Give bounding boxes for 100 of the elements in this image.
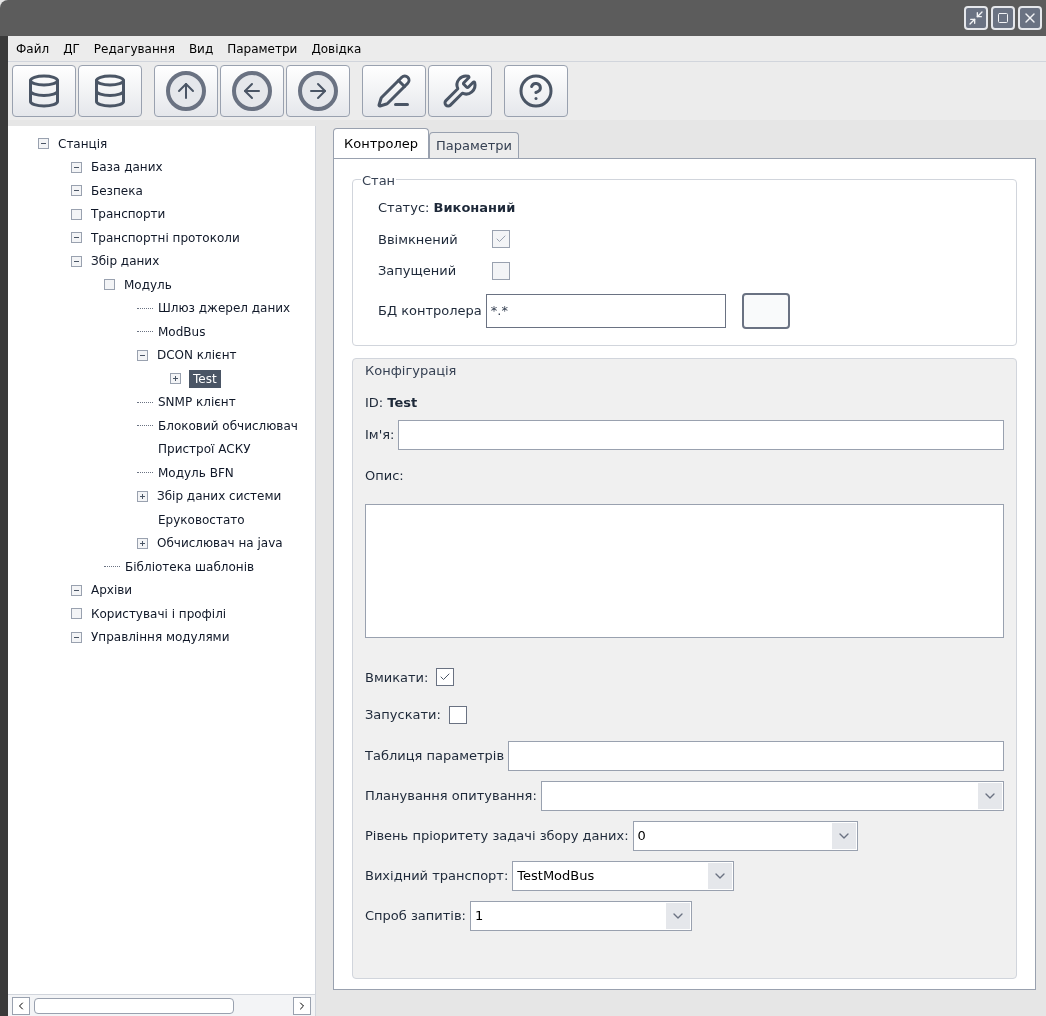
menu-item[interactable]: Довідка <box>311 39 362 58</box>
scroll-left-icon[interactable] <box>12 996 30 1015</box>
tab[interactable]: Параметри <box>429 132 520 158</box>
field-label: Планування опитування: <box>365 786 537 805</box>
scroll-right-icon[interactable] <box>293 996 311 1015</box>
minus-box-icon[interactable] <box>38 138 49 150</box>
maximize-icon <box>997 12 1009 24</box>
minus-box-icon[interactable] <box>71 631 82 643</box>
tree-item[interactable]: База даних <box>90 158 164 177</box>
tree-item[interactable]: Обчислювач на java <box>156 534 284 553</box>
toolbar-button[interactable] <box>362 65 426 117</box>
input-field[interactable]: *.* <box>485 293 726 328</box>
minus-box-icon[interactable] <box>71 161 82 173</box>
tree-item[interactable]: Транспорти <box>90 205 167 224</box>
minus-box-icon[interactable] <box>71 255 82 267</box>
checkbox-label: Запущений <box>378 262 458 280</box>
dropdown[interactable]: 0 <box>632 820 858 851</box>
tree-connector <box>137 472 153 474</box>
scroll-thumb[interactable] <box>34 997 234 1014</box>
field-label: БД контролера <box>378 301 482 320</box>
group-title: Конфігурація <box>365 361 457 380</box>
expander-box-icon[interactable] <box>71 208 82 220</box>
expander-box-icon[interactable] <box>104 279 115 291</box>
tree-item[interactable]: ModBus <box>157 322 207 341</box>
checkbox[interactable] <box>436 668 455 687</box>
input-field[interactable] <box>398 420 1004 450</box>
menu-item[interactable]: Параметри <box>227 39 298 58</box>
checkbox-label: Запускати: <box>365 706 441 724</box>
horizontal-scrollbar[interactable] <box>8 994 315 1016</box>
dropdown[interactable] <box>540 780 1004 811</box>
arrow-left-icon <box>232 71 272 111</box>
tree-item[interactable]: Збір даних системи <box>156 487 283 506</box>
tree-item[interactable]: Еруковостато <box>157 510 246 529</box>
tree-item[interactable]: Бібліотека шаблонів <box>124 557 256 576</box>
arrow-up-icon <box>166 71 206 111</box>
toolbar-button[interactable] <box>154 65 218 117</box>
minus-box-icon[interactable] <box>137 349 148 361</box>
plus-box-icon[interactable] <box>137 490 148 502</box>
minus-box-icon[interactable] <box>71 232 82 244</box>
menu-item[interactable]: ДГ <box>63 39 80 58</box>
dropdown[interactable]: TestModBus <box>512 860 735 891</box>
arrow-right-icon <box>298 71 338 111</box>
toolbar-button[interactable] <box>220 65 284 117</box>
tree-item[interactable]: Збір даних <box>90 252 161 271</box>
toolbar-button[interactable] <box>78 65 142 117</box>
toolbar-button[interactable] <box>428 65 492 117</box>
tree-item[interactable]: SNMP клієнт <box>157 393 237 412</box>
toolbar-button[interactable] <box>286 65 350 117</box>
wrench-icon <box>442 73 478 109</box>
tree-item[interactable]: Модуль <box>123 275 173 294</box>
tree-item[interactable]: Безпека <box>90 181 144 200</box>
tree-item[interactable]: Користувачі і профілі <box>90 604 228 623</box>
maximize-button[interactable] <box>991 6 1015 30</box>
menu-item[interactable]: Вид <box>188 39 214 58</box>
menu-item[interactable]: Файл <box>16 39 50 58</box>
tree-item[interactable]: DCON клієнт <box>156 346 238 365</box>
minus-box-icon[interactable] <box>71 584 82 596</box>
field-label: Таблиця параметрів <box>365 746 505 765</box>
pencil-icon <box>376 73 412 109</box>
browse-button[interactable] <box>741 292 790 329</box>
toolbar-button[interactable] <box>504 65 568 117</box>
help-icon <box>518 73 554 109</box>
field-label: Опис: <box>365 467 405 485</box>
dropdown[interactable]: 1 <box>470 900 692 931</box>
tree-item[interactable]: Станція <box>57 134 109 153</box>
tab[interactable]: Контролер <box>333 128 430 158</box>
plus-box-icon[interactable] <box>137 537 148 549</box>
tree-connector <box>137 425 153 427</box>
id-text: ID: Test <box>365 393 419 412</box>
tree-item[interactable]: Архіви <box>90 581 134 600</box>
checkbox-label: Ввімкнений <box>378 230 459 249</box>
tree-item[interactable]: Транспортні протоколи <box>90 228 241 247</box>
minus-box-icon[interactable] <box>71 185 82 197</box>
field-label: Вихідний транспорт: <box>365 866 509 885</box>
field-label: Ім'я: <box>365 426 395 445</box>
tree-connector <box>137 307 153 309</box>
checkbox-label: Вмикати: <box>365 668 429 687</box>
expander-box-icon[interactable] <box>71 608 82 620</box>
status-text: Статус: Виконаний <box>378 199 517 217</box>
minimize-icon <box>968 10 984 26</box>
database-icon <box>26 73 62 109</box>
tree-item[interactable]: Пристрої АСКУ <box>157 440 252 459</box>
field-label: Рівень пріоритету задачі збору даних: <box>365 826 629 845</box>
input-field[interactable] <box>508 740 1004 771</box>
field-label: Спроб запитів: <box>365 906 466 925</box>
tree-item[interactable]: Шлюз джерел даних <box>157 299 292 318</box>
tree-item[interactable]: Test <box>189 369 221 388</box>
tree-item[interactable]: Модуль BFN <box>157 463 235 482</box>
tree-connector <box>104 566 120 568</box>
minimize-button[interactable] <box>964 6 988 30</box>
checkbox[interactable] <box>448 705 467 724</box>
close-button[interactable] <box>1018 6 1042 30</box>
toolbar-button[interactable] <box>12 65 76 117</box>
tree-connector <box>137 331 153 333</box>
plus-box-icon[interactable] <box>170 373 181 385</box>
menu-item[interactable]: Редагування <box>93 39 175 58</box>
tree-item[interactable]: Управління модулями <box>90 628 231 647</box>
tree-connector <box>137 401 153 403</box>
database-icon <box>92 73 128 109</box>
tree-item[interactable]: Блоковий обчислювач <box>157 416 299 435</box>
